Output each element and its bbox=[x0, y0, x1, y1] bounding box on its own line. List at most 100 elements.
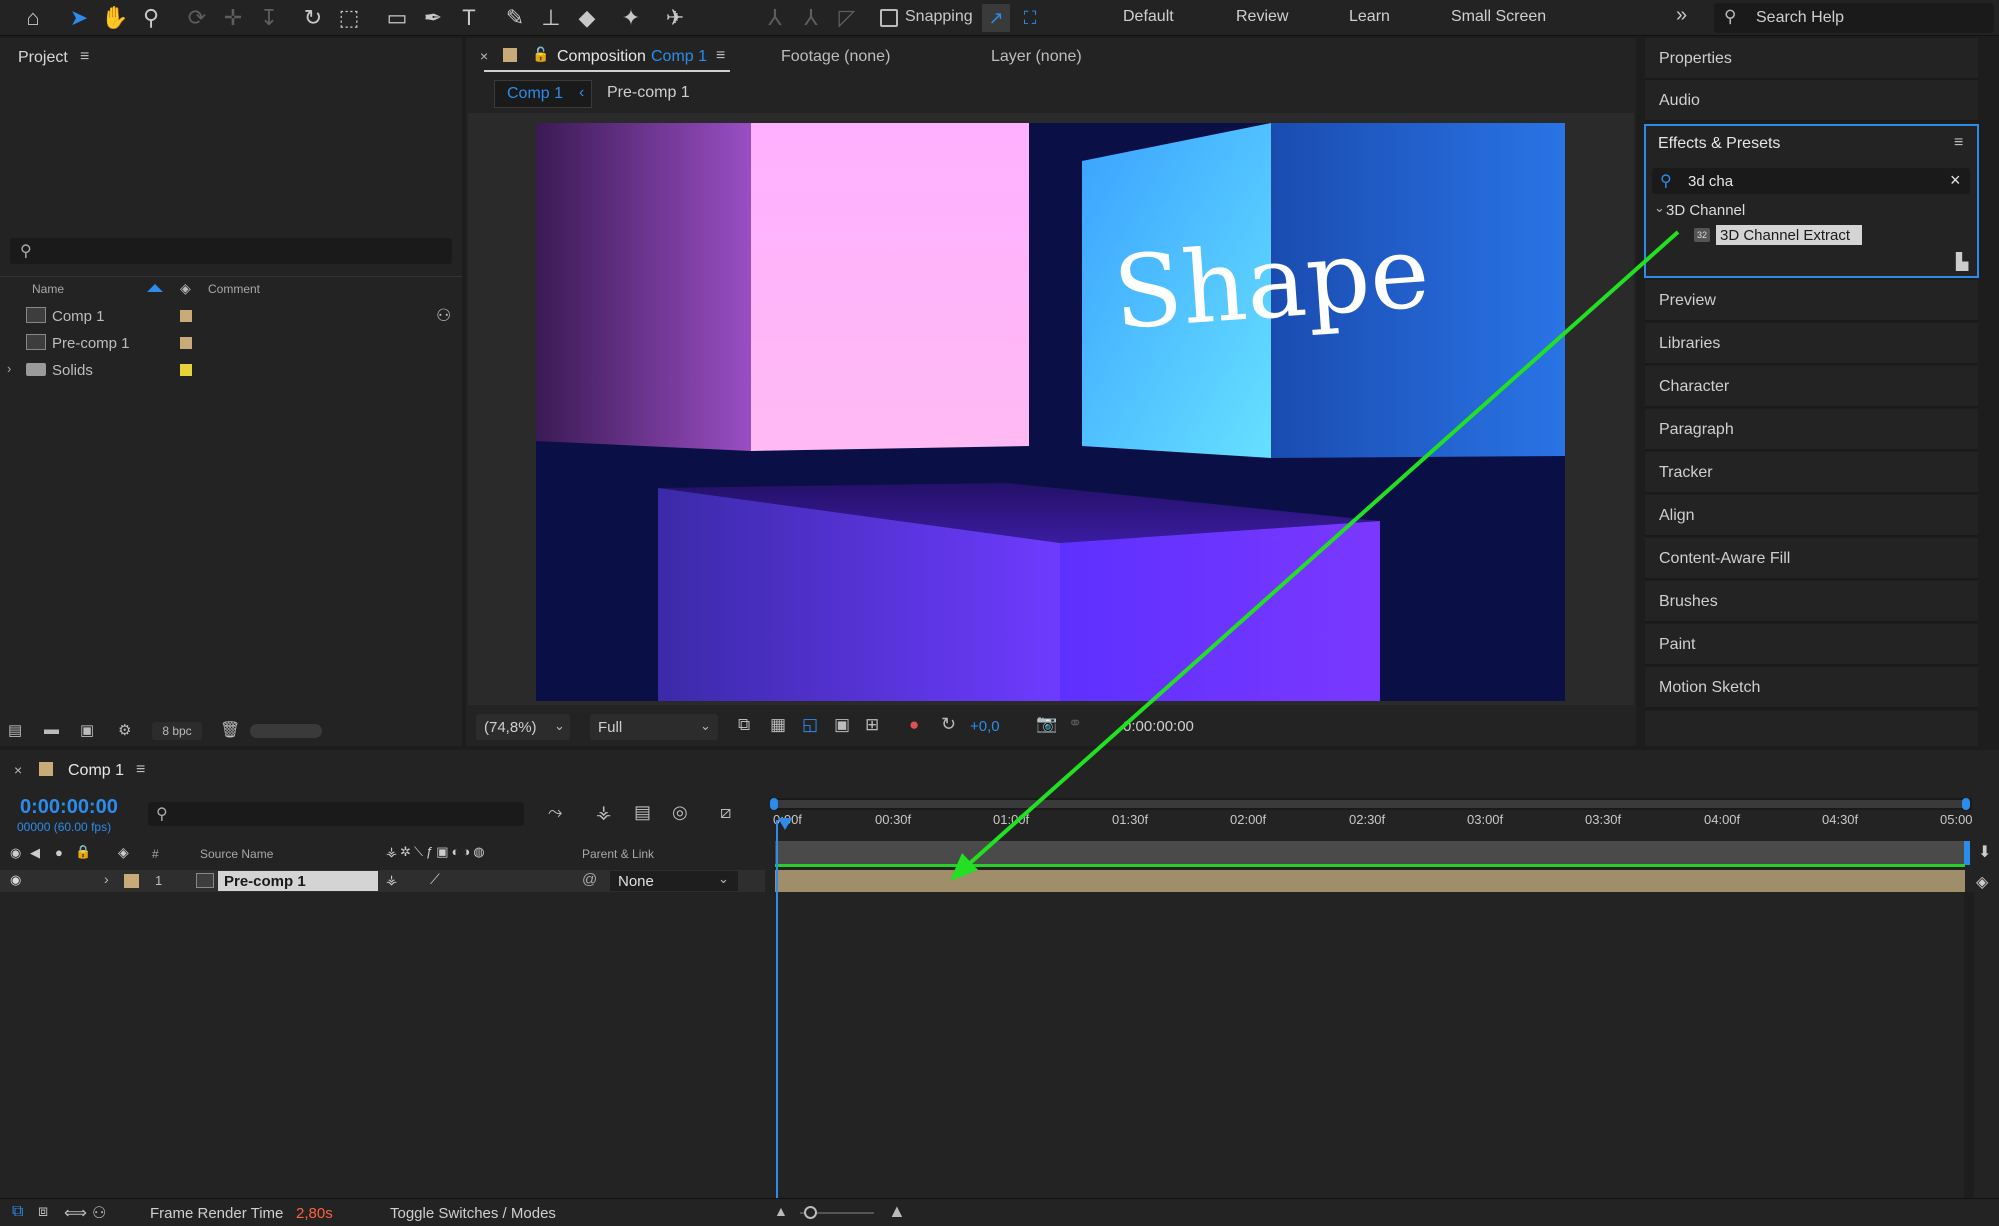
comp-end-marker[interactable] bbox=[1964, 841, 1970, 865]
search-help-input[interactable]: Search Help bbox=[1756, 9, 1844, 27]
collapse-transform-icon[interactable]: ⚶ bbox=[386, 872, 397, 888]
effects-search-field[interactable]: ⚲ 3d cha × bbox=[1652, 168, 1970, 194]
lock-icon[interactable]: 🔓 bbox=[532, 46, 549, 63]
show-snapshot-icon[interactable]: ⚭ bbox=[1068, 714, 1082, 734]
stretch-toggle-icon[interactable]: ⚇ bbox=[92, 1203, 106, 1223]
pan-camera-icon[interactable]: ✛ bbox=[218, 3, 248, 33]
align-panel-header[interactable]: Align bbox=[1645, 495, 1978, 537]
puppet-pin-icon[interactable]: ✈ bbox=[660, 3, 690, 33]
snap-features-icon[interactable]: ⛶ bbox=[1016, 4, 1044, 32]
paint-panel-header[interactable]: Paint bbox=[1645, 624, 1978, 666]
frame-blending-icon[interactable]: ▤ bbox=[634, 802, 651, 823]
search-help-box[interactable]: ⚲ Search Help bbox=[1714, 3, 1994, 33]
timeline-zoom-handle[interactable] bbox=[804, 1206, 817, 1219]
audio-icon[interactable]: ◀ bbox=[30, 845, 40, 861]
thumbnail-slider[interactable] bbox=[250, 724, 322, 738]
chevron-right-icon[interactable]: › bbox=[104, 871, 109, 887]
clone-stamp-icon[interactable]: ⊥ bbox=[536, 3, 566, 33]
new-bin-icon[interactable]: ▙ bbox=[1956, 252, 1968, 272]
motion-sketch-panel-header[interactable]: Motion Sketch bbox=[1645, 667, 1978, 709]
clear-search-icon[interactable]: × bbox=[1950, 170, 1961, 191]
axis-world-icon[interactable]: ⅄ bbox=[796, 3, 826, 33]
breadcrumb-precomp1[interactable]: Pre-comp 1 bbox=[607, 84, 690, 102]
exposure-value[interactable]: +0,0 bbox=[970, 718, 1000, 735]
content-aware-fill-panel-header[interactable]: Content-Aware Fill bbox=[1645, 538, 1978, 580]
snapping-checkbox[interactable] bbox=[880, 9, 898, 27]
footage-tab[interactable]: Footage (none) bbox=[781, 48, 890, 66]
project-col-name[interactable]: Name bbox=[32, 282, 64, 296]
composition-tab-name[interactable]: Comp 1 bbox=[651, 48, 707, 66]
eraser-tool-icon[interactable]: ◆ bbox=[572, 3, 602, 33]
layer-switches-toggle-icon[interactable]: ⧉ bbox=[12, 1203, 23, 1221]
composition-menu-icon[interactable]: ≡ bbox=[716, 47, 725, 65]
timeline-comp-tab[interactable]: Comp 1 bbox=[68, 762, 124, 780]
transparency-grid-icon[interactable]: ▦ bbox=[770, 715, 786, 735]
workspace-small-screen[interactable]: Small Screen bbox=[1451, 8, 1546, 26]
rectangle-tool-icon[interactable]: ▭ bbox=[382, 3, 412, 33]
channels-icon[interactable]: ● bbox=[909, 715, 919, 735]
new-composition-icon[interactable]: ▣ bbox=[80, 721, 94, 739]
work-area-end-handle[interactable] bbox=[1962, 798, 1970, 810]
project-menu-icon[interactable]: ≡ bbox=[80, 48, 89, 66]
workspace-learn[interactable]: Learn bbox=[1349, 8, 1390, 26]
label-color-swatch[interactable] bbox=[180, 364, 192, 376]
label-tag-icon[interactable]: ◈ bbox=[118, 844, 129, 861]
resolution-dropdown[interactable]: Full ⌄ bbox=[590, 714, 718, 740]
workspace-default[interactable]: Default bbox=[1123, 8, 1174, 26]
axis-view-icon[interactable]: ◸ bbox=[832, 3, 862, 33]
zoom-out-icon[interactable]: ▲ bbox=[774, 1203, 788, 1219]
label-tag-icon[interactable]: ◈ bbox=[180, 280, 191, 297]
bit-depth-button[interactable]: 8 bpc bbox=[152, 722, 202, 740]
project-col-comment[interactable]: Comment bbox=[208, 282, 260, 296]
modes-toggle-icon[interactable]: ⧈ bbox=[38, 1203, 48, 1221]
project-search-input[interactable]: ⚲ bbox=[10, 238, 452, 264]
project-item[interactable]: Pre-comp 1 bbox=[0, 332, 440, 354]
preview-panel-header[interactable]: Preview bbox=[1645, 280, 1978, 322]
work-area-start-handle[interactable] bbox=[770, 798, 778, 810]
lock-icon[interactable]: 🔒 bbox=[75, 844, 91, 860]
type-tool-icon[interactable]: T bbox=[454, 3, 484, 33]
dolly-camera-icon[interactable]: ↧ bbox=[254, 3, 284, 33]
snapshot-camera-icon[interactable]: 📷 bbox=[1036, 714, 1057, 734]
close-icon[interactable]: × bbox=[480, 48, 488, 64]
parent-dropdown[interactable]: None ⌄ bbox=[610, 871, 738, 891]
timeline-search-input[interactable]: ⚲ bbox=[148, 802, 524, 826]
orbit-camera-icon[interactable]: ⟳ bbox=[182, 3, 212, 33]
draft-3d-icon[interactable]: ⚶ bbox=[596, 802, 611, 823]
selection-tool-icon[interactable]: ➤ bbox=[64, 3, 94, 33]
zoom-tool-icon[interactable]: ⚲ bbox=[136, 3, 166, 33]
audio-panel-header[interactable]: Audio bbox=[1645, 80, 1978, 122]
layer-tab[interactable]: Layer (none) bbox=[991, 48, 1082, 66]
toggle-switches-modes-button[interactable]: Toggle Switches / Modes bbox=[390, 1205, 556, 1222]
flowchart-icon[interactable]: ⚇ bbox=[436, 306, 451, 326]
composition-mini-flowchart-icon[interactable]: ⤳ bbox=[548, 802, 562, 823]
label-color-swatch[interactable] bbox=[180, 337, 192, 349]
character-panel-header[interactable]: Character bbox=[1645, 366, 1978, 408]
snap-edges-icon[interactable]: ↗ bbox=[982, 4, 1010, 32]
workspace-review[interactable]: Review bbox=[1236, 8, 1288, 26]
paragraph-panel-header[interactable]: Paragraph bbox=[1645, 409, 1978, 451]
current-time-indicator-head[interactable] bbox=[778, 818, 792, 830]
work-area-bar[interactable] bbox=[770, 798, 1972, 810]
brush-tool-icon[interactable]: ✎ bbox=[500, 3, 530, 33]
pen-tool-icon[interactable]: ✒ bbox=[418, 3, 448, 33]
keyframe-navigator-icon[interactable]: ◈ bbox=[1976, 872, 1988, 892]
libraries-panel-header[interactable]: Libraries bbox=[1645, 323, 1978, 365]
composition-tab-label[interactable]: Composition bbox=[557, 48, 646, 66]
zoom-dropdown[interactable]: (74,8%) ⌄ bbox=[476, 714, 570, 740]
grid-guides-icon[interactable]: ⊞ bbox=[865, 715, 879, 735]
pick-whip-icon[interactable]: @ bbox=[582, 871, 597, 888]
timeline-scrollbar[interactable] bbox=[1964, 892, 1974, 1198]
close-icon[interactable]: × bbox=[14, 762, 22, 778]
project-item[interactable]: Comp 1 bbox=[0, 305, 440, 327]
current-time-indicator-line[interactable] bbox=[776, 820, 778, 1198]
layer-visibility-eye-icon[interactable]: ◉ bbox=[10, 872, 21, 888]
more-workspaces-icon[interactable]: » bbox=[1676, 4, 1687, 27]
timeline-menu-icon[interactable]: ≡ bbox=[136, 761, 145, 779]
composition-viewer-canvas[interactable]: Shape bbox=[536, 123, 1565, 701]
layer-label-swatch[interactable] bbox=[124, 874, 139, 888]
layer-name-field[interactable]: Pre-comp 1 bbox=[218, 871, 378, 891]
new-folder-icon[interactable]: ▬ bbox=[44, 721, 59, 738]
region-of-interest-icon[interactable]: ▣ bbox=[834, 715, 850, 735]
interpret-footage-icon[interactable]: ▤ bbox=[8, 721, 22, 739]
